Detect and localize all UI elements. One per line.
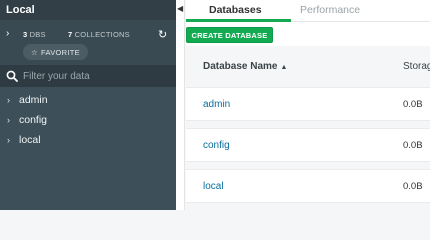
sidebar-item-label: admin	[19, 94, 48, 106]
main-content: Databases Performance CREATE DATABASE Da…	[186, 0, 430, 210]
column-header-storage[interactable]: Storag	[403, 61, 430, 72]
chevron-right-icon[interactable]: ›	[6, 28, 9, 39]
instance-stats: › 3 DBS 7 COLLECTIONS ↻ ☆ FAVORITE	[0, 20, 176, 65]
storage-size: 0.0B	[403, 99, 423, 110]
sidebar-item-label: config	[19, 114, 48, 126]
database-link-local[interactable]: local	[203, 181, 224, 192]
table-row: local 0.0B	[186, 169, 430, 203]
search-icon	[6, 70, 18, 82]
collections-stat: 7 COLLECTIONS	[68, 30, 130, 39]
filter-bar	[0, 65, 176, 87]
star-icon: ☆	[31, 47, 39, 57]
table-header: Database Name ▲ Storag	[186, 56, 430, 78]
sidebar: Local › 3 DBS 7 COLLECTIONS ↻ ☆ FAVORITE…	[0, 0, 176, 210]
tab-bar: Databases Performance	[186, 0, 430, 22]
collections-count: 7	[68, 30, 73, 39]
table-row: config 0.0B	[186, 128, 430, 162]
database-link-admin[interactable]: admin	[203, 99, 230, 110]
sidebar-collapse-handle[interactable]: ◀	[176, 0, 185, 210]
column-header-database-name[interactable]: Database Name ▲	[203, 61, 287, 72]
storage-size: 0.0B	[403, 181, 423, 192]
database-link-config[interactable]: config	[203, 140, 230, 151]
sidebar-item-config[interactable]: › config	[0, 110, 176, 130]
chevron-right-icon: ›	[7, 95, 10, 105]
tab-performance[interactable]: Performance	[300, 4, 360, 16]
storage-size: 0.0B	[403, 140, 423, 151]
sort-asc-icon: ▲	[280, 64, 288, 71]
sidebar-item-label: local	[19, 134, 41, 146]
dbs-count: 3	[23, 30, 28, 39]
table-row: admin 0.0B	[186, 87, 430, 121]
chevron-right-icon: ›	[7, 115, 10, 125]
chevron-right-icon: ›	[7, 135, 10, 145]
favorite-button[interactable]: ☆ FAVORITE	[23, 44, 88, 60]
refresh-icon[interactable]: ↻	[158, 28, 167, 41]
dbs-stat: 3 DBS	[23, 30, 46, 39]
connection-title: Local	[6, 4, 35, 16]
database-list: › admin › config › local	[0, 87, 176, 150]
favorite-label: FAVORITE	[41, 47, 80, 57]
chevron-left-icon: ◀	[177, 4, 184, 13]
sidebar-item-local[interactable]: › local	[0, 130, 176, 150]
tab-databases[interactable]: Databases	[209, 4, 262, 16]
collections-label: COLLECTIONS	[74, 30, 130, 39]
dbs-label: DBS	[29, 30, 46, 39]
sidebar-header: Local	[0, 0, 176, 20]
create-database-button[interactable]: CREATE DATABASE	[186, 27, 273, 43]
sidebar-item-admin[interactable]: › admin	[0, 90, 176, 110]
filter-input[interactable]	[23, 70, 163, 82]
toolbar: CREATE DATABASE	[186, 22, 430, 46]
column-label: Database Name	[203, 61, 278, 72]
